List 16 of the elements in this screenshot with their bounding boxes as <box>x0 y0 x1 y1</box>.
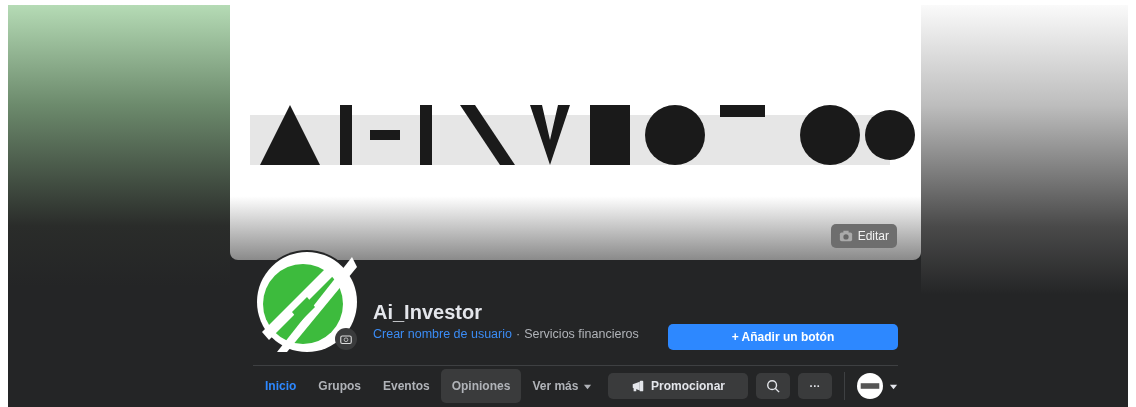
search-button[interactable] <box>756 373 790 399</box>
separator: · <box>515 327 521 341</box>
promote-button[interactable]: Promocionar <box>608 373 748 399</box>
tab[interactable]: Opiniones <box>440 369 522 403</box>
camera-button[interactable] <box>335 328 357 350</box>
search-icon <box>766 379 780 393</box>
username-link[interactable]: Crear nombre de usuario <box>373 327 512 341</box>
tab[interactable]: Grupos <box>307 369 372 403</box>
tab[interactable]: Eventos <box>372 369 441 403</box>
camera-icon <box>340 333 352 345</box>
more-button[interactable]: ··· <box>798 373 832 399</box>
tab[interactable]: Inicio <box>255 369 308 403</box>
page-name: Ai_Investor <box>373 300 483 324</box>
tab[interactable]: Ver más <box>521 369 604 403</box>
page-category: Servicios financieros <box>524 327 639 341</box>
megaphone-icon <box>631 379 645 393</box>
